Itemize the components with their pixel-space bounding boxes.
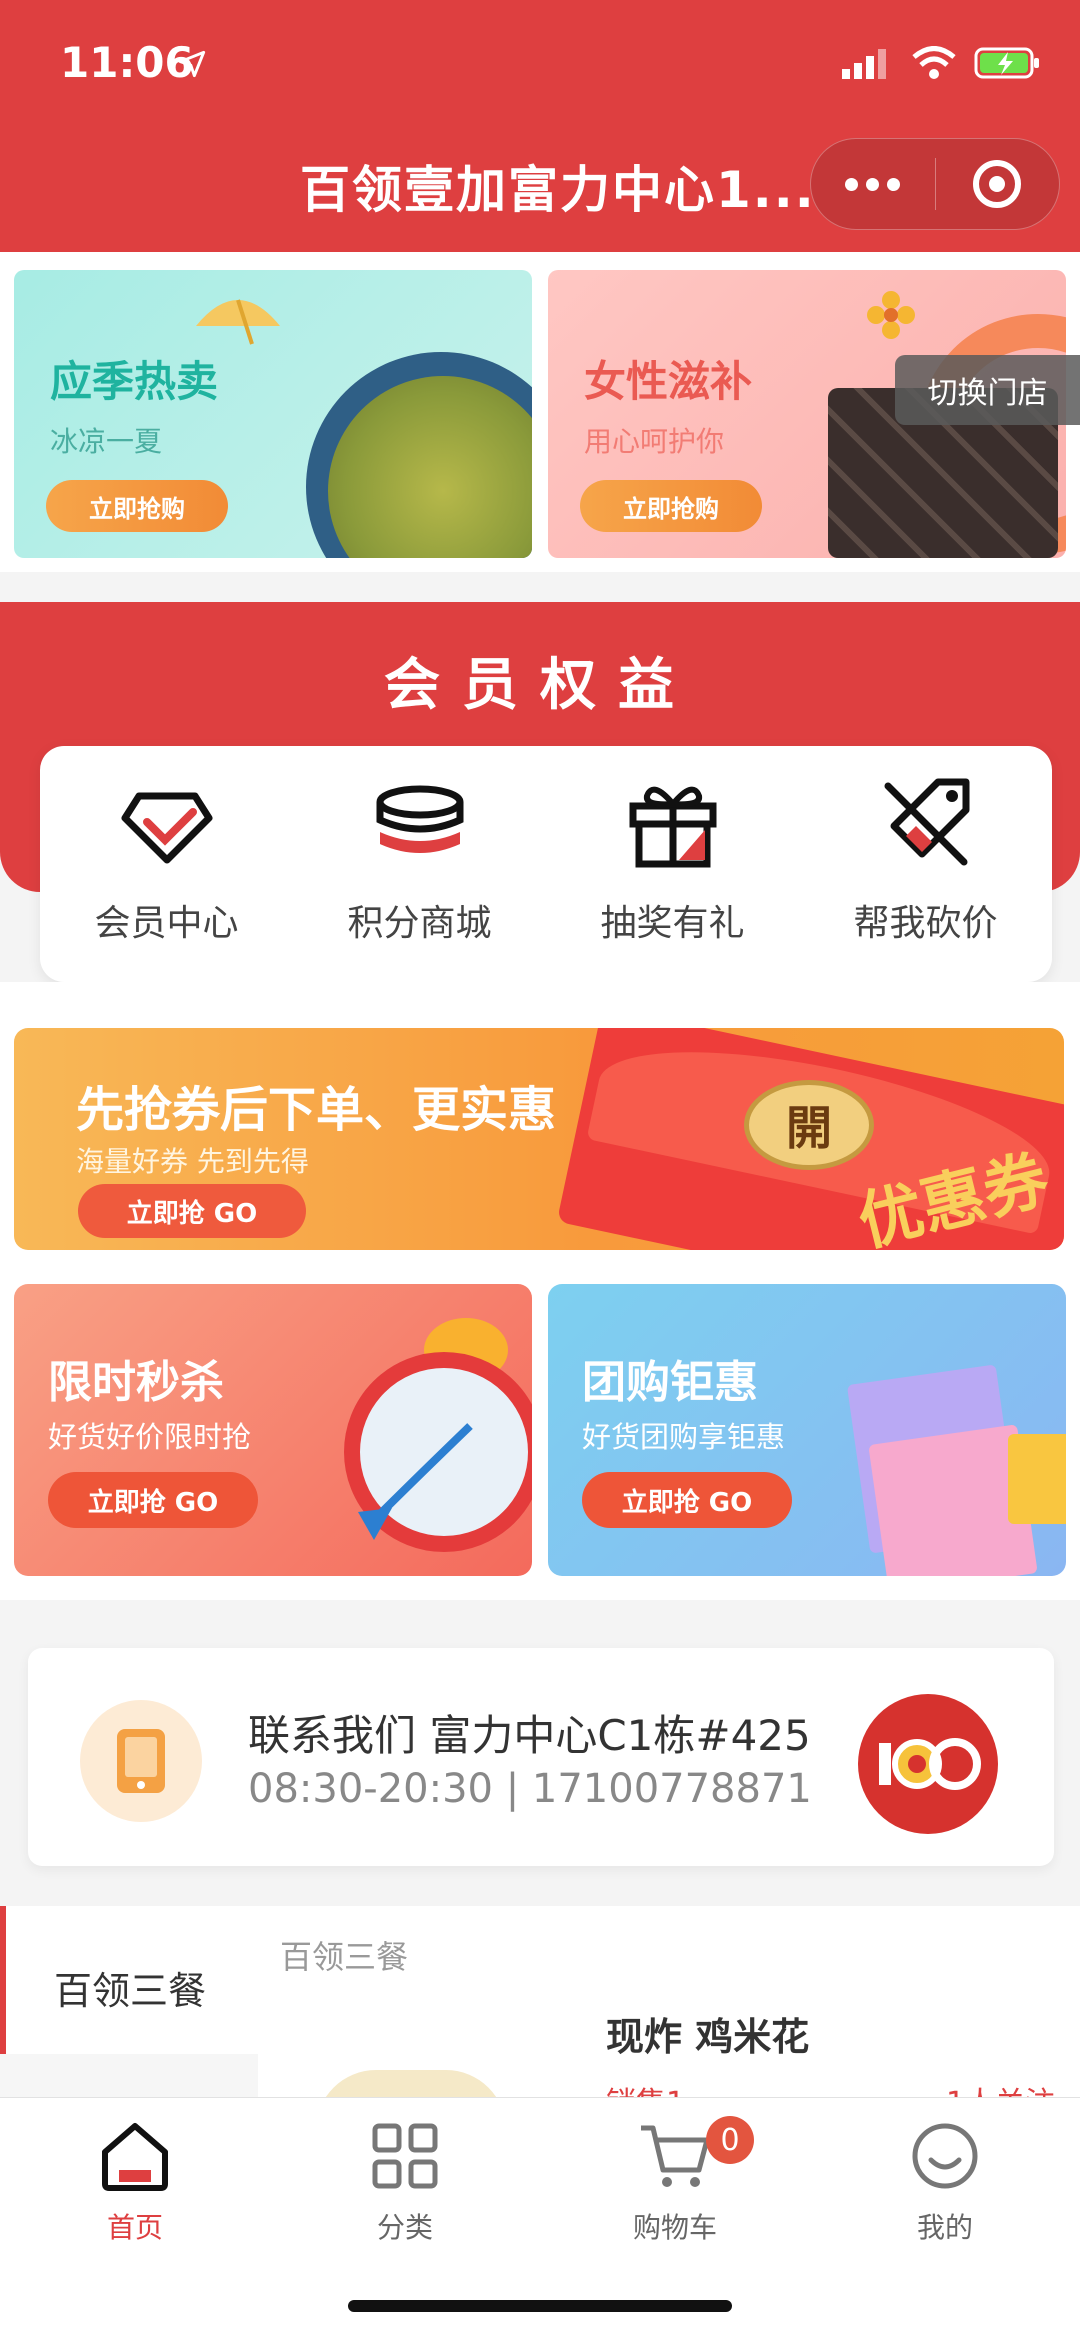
menu-category-label: 百领三餐 bbox=[54, 1969, 207, 2013]
diamond-check-icon bbox=[121, 792, 212, 864]
contact-title: 联系我们 富力中心C1栋#425 bbox=[248, 1711, 811, 1760]
grid-icon bbox=[372, 2123, 438, 2189]
member-item-label: 积分商城 bbox=[347, 903, 492, 944]
cart-count-badge: 0 bbox=[706, 2116, 754, 2164]
member-item-label: 会员中心 bbox=[94, 903, 239, 944]
cart-icon bbox=[641, 2125, 710, 2187]
page-title: 百领壹加富力中心1... bbox=[300, 161, 816, 219]
points-mall-item[interactable]: 积分商城 bbox=[293, 746, 546, 982]
info-separator: | bbox=[505, 1766, 520, 1812]
status-icons bbox=[842, 46, 1040, 80]
promo-title: 限时秒杀 bbox=[48, 1357, 224, 1408]
home-indicator bbox=[348, 2300, 732, 2312]
tab-home[interactable]: 首页 bbox=[0, 2098, 270, 2339]
group-buy-banner[interactable]: 团购钜惠 好货团购享钜惠 立即抢 GO bbox=[548, 1284, 1066, 1576]
banner-title: 女性滋补 bbox=[584, 357, 753, 406]
gift-box bbox=[1008, 1434, 1066, 1524]
status-time: 11:06 bbox=[60, 38, 194, 87]
contact-info: 08:30-20:30 | 17100778871 bbox=[248, 1766, 812, 1812]
member-center-item[interactable]: 会员中心 bbox=[40, 746, 293, 982]
menu-section-header: 百领三餐 bbox=[280, 1938, 409, 1976]
tab-label: 首页 bbox=[106, 2211, 163, 2244]
lottery-item[interactable]: 抽奖有礼 bbox=[546, 746, 799, 982]
contact-phone[interactable]: 17100778871 bbox=[532, 1766, 812, 1812]
wifi-icon bbox=[912, 46, 956, 79]
gift-box-icon bbox=[629, 786, 716, 868]
promo-title: 团购钜惠 bbox=[582, 1357, 758, 1408]
tab-label: 购物车 bbox=[632, 2211, 717, 2244]
battery-icon bbox=[974, 47, 1039, 79]
promo-subtitle: 好货好价限时抢 bbox=[48, 1420, 252, 1454]
banner-seasonal[interactable]: 应季热卖 冰凉一夏 立即抢购 bbox=[14, 270, 532, 558]
coin-stack-icon bbox=[376, 785, 463, 853]
banner-buy-button[interactable]: 立即抢购 bbox=[46, 480, 228, 532]
coupon-subtitle: 海量好券 先到先得 bbox=[76, 1145, 309, 1178]
member-item-label: 抽奖有礼 bbox=[600, 903, 745, 944]
promo-subtitle: 好货团购享钜惠 bbox=[582, 1420, 786, 1454]
clock-arrow-icon bbox=[358, 1423, 473, 1540]
banner-title: 应季热卖 bbox=[50, 357, 219, 406]
phone-icon bbox=[80, 1700, 202, 1822]
opening-hours: 08:30-20:30 bbox=[248, 1766, 493, 1812]
coupon-banner[interactable]: 開 优惠券 先抢券后下单、更实惠 海量好券 先到先得 立即抢 GO bbox=[14, 1028, 1064, 1250]
mini-program-capsule bbox=[810, 138, 1060, 230]
banner-subtitle: 冰凉一夏 bbox=[50, 425, 163, 458]
close-button[interactable] bbox=[936, 138, 1060, 230]
signal-icon bbox=[842, 49, 886, 79]
price-tag-cut-icon bbox=[884, 778, 969, 866]
home-icon bbox=[102, 2123, 168, 2191]
more-dots-icon bbox=[845, 177, 901, 191]
flower-icon bbox=[867, 291, 915, 339]
member-item-label: 帮我砍价 bbox=[853, 903, 998, 944]
tab-profile[interactable]: 我的 bbox=[810, 2098, 1080, 2339]
location-arrow-icon bbox=[178, 50, 206, 78]
smile-icon bbox=[912, 2123, 978, 2189]
promo-grab-button[interactable]: 立即抢 GO bbox=[48, 1472, 258, 1528]
contact-card[interactable]: 联系我们 富力中心C1栋#425 08:30-20:30 | 171007788… bbox=[28, 1648, 1054, 1866]
promo-grab-button[interactable]: 立即抢 GO bbox=[582, 1472, 792, 1528]
store-logo bbox=[858, 1694, 998, 1834]
flash-sale-banner[interactable]: 限时秒杀 好货好价限时抢 立即抢 GO bbox=[14, 1284, 532, 1576]
umbrella-icon bbox=[196, 299, 280, 345]
tab-label: 我的 bbox=[916, 2211, 973, 2244]
dish-name[interactable]: 现炸 鸡米花 bbox=[606, 2006, 809, 2061]
coupon-grab-button[interactable]: 立即抢 GO bbox=[78, 1184, 306, 1238]
member-title: 会员权益 bbox=[384, 653, 696, 718]
bargain-item[interactable]: 帮我砍价 bbox=[799, 746, 1052, 982]
close-target-icon bbox=[973, 160, 1022, 208]
switch-store-button[interactable]: 切换门店 bbox=[895, 355, 1080, 425]
banner-buy-button[interactable]: 立即抢购 bbox=[580, 480, 762, 532]
coupon-title: 先抢券后下单、更实惠 bbox=[76, 1082, 557, 1138]
banner-subtitle: 用心呵护你 bbox=[584, 425, 725, 458]
more-button[interactable] bbox=[811, 138, 935, 230]
tab-label: 分类 bbox=[376, 2211, 433, 2244]
coupon-seal: 開 bbox=[744, 1080, 874, 1170]
member-card: 会员中心 积分商城 抽奖有礼 帮我砍价 bbox=[40, 746, 1052, 982]
